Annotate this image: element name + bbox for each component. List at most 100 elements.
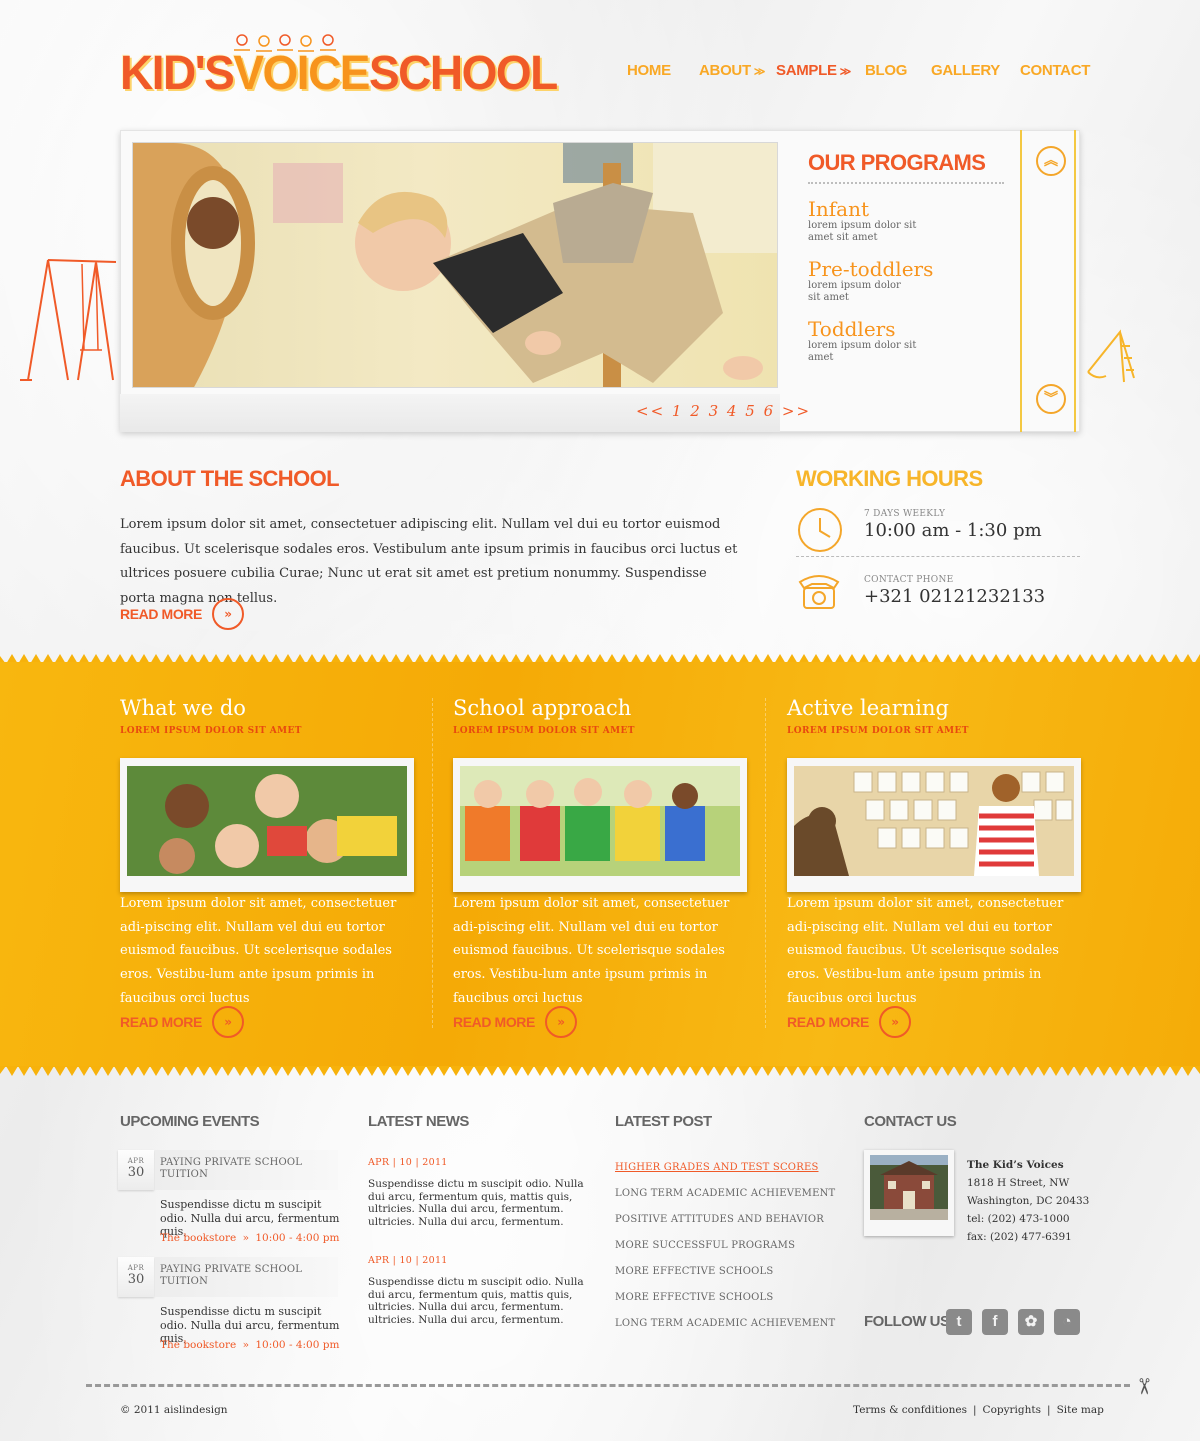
working-hours-title: WORKING HOURS: [796, 466, 983, 491]
event-month: APR: [127, 1157, 145, 1165]
news-item[interactable]: APR | 10 | 2011 Suspendisse dictu m susc…: [368, 1157, 590, 1228]
nav-sample-label: SAMPLE: [776, 62, 837, 79]
nav-gallery[interactable]: GALLERY: [931, 62, 1000, 79]
hero-slider: << 1 2 3 4 5 6 >> OUR PROGRAMS Infant lo…: [120, 130, 1080, 432]
post-link[interactable]: LONG TERM ACADEMIC ACHIEVEMENT: [615, 1311, 835, 1337]
latest-post-list: HIGHER GRADES AND TEST SCORES LONG TERM …: [615, 1155, 835, 1337]
feature-column-school-approach: School approach LOREM IPSUM DOLOR SIT AM…: [453, 696, 753, 1038]
slider-page-6[interactable]: 6: [764, 402, 776, 420]
column-divider: [765, 698, 766, 1028]
feature-title: What we do: [120, 696, 246, 720]
twitter-icon[interactable]: t: [946, 1309, 972, 1335]
nav-contact[interactable]: CONTACT: [1020, 62, 1090, 79]
feature-read-more-link[interactable]: READ MORE »: [120, 1006, 244, 1038]
contact-us-title: CONTACT US: [864, 1113, 957, 1130]
event-day: 30: [127, 1272, 145, 1287]
nav-home-label: HOME: [627, 62, 671, 79]
event-place: The bookstore: [160, 1232, 237, 1244]
chevron-right-icon: »: [242, 1339, 249, 1351]
rss-icon[interactable]: ◔: [1054, 1309, 1080, 1335]
slide-image: [133, 143, 777, 387]
terms-link[interactable]: Terms & confditiones: [853, 1404, 967, 1416]
feature-title: School approach: [453, 696, 632, 720]
scroll-down-button[interactable]: ︾: [1036, 384, 1066, 414]
logo-part-school: SCHOOL: [369, 44, 558, 100]
event-meta: The bookstore » 10:00 - 4:00 pm: [160, 1339, 339, 1351]
myspace-icon[interactable]: ✿: [1018, 1309, 1044, 1335]
follow-us-label: FOLLOW US: [864, 1313, 950, 1330]
feature-photo-frame: [787, 758, 1081, 892]
slider-page-1[interactable]: 1: [672, 402, 684, 420]
upcoming-events-title: UPCOMING EVENTS: [120, 1113, 260, 1130]
hours-divider: [796, 556, 1080, 557]
slider-page-5[interactable]: 5: [745, 402, 757, 420]
chevron-down-icon: ≫: [839, 66, 852, 78]
feature-column-what-we-do: What we do LOREM IPSUM DOLOR SIT AMET Lo…: [120, 696, 420, 1038]
chevron-right-icon: »: [242, 1232, 249, 1244]
copyrights-link[interactable]: Copyrights: [983, 1404, 1041, 1416]
programs-scroller: ︽ ︾: [1020, 130, 1076, 432]
feature-read-more-link[interactable]: READ MORE »: [787, 1006, 911, 1038]
phone-number: +321 02121232133: [864, 586, 1046, 607]
contact-photo-frame: [864, 1150, 954, 1236]
read-more-label: READ MORE: [453, 1014, 535, 1030]
program-desc: lorem ipsum dolor sit amet: [808, 280, 901, 303]
scroll-up-button[interactable]: ︽: [1036, 146, 1066, 176]
hours-value: 10:00 am - 1:30 pm: [864, 520, 1042, 541]
read-more-label: READ MORE: [120, 606, 202, 622]
clock-icon: [798, 508, 842, 552]
feature-title: Active learning: [787, 696, 949, 720]
sitemap-link[interactable]: Site map: [1057, 1404, 1104, 1416]
chevron-down-icon: ︾: [1044, 391, 1058, 407]
school-building-photo: [870, 1155, 948, 1220]
slider-prev-button[interactable]: <<: [636, 402, 665, 420]
program-name: Infant: [808, 197, 870, 221]
slider-page-4[interactable]: 4: [727, 402, 739, 420]
program-item[interactable]: Toddlers lorem ipsum dolor sit amet: [808, 318, 1004, 364]
zigzag-bottom: [0, 1066, 1200, 1076]
logo-part-voice: VOICE: [233, 44, 370, 100]
news-date: APR | 10 | 2011: [368, 1157, 448, 1168]
logo-text: KID'SVOICESCHOOL: [120, 44, 558, 100]
nav-blog[interactable]: BLOG: [865, 62, 907, 79]
read-more-label: READ MORE: [120, 1014, 202, 1030]
programs-divider: [808, 182, 1004, 184]
feature-text: Lorem ipsum dolor sit amet, consectetuer…: [787, 896, 1064, 1006]
nav-home[interactable]: HOME: [627, 62, 671, 79]
event-day: 30: [127, 1165, 145, 1180]
contact-street: 1818 H Street, NW: [967, 1177, 1070, 1189]
event-title: PAYING PRIVATE SCHOOL TUITION: [160, 1157, 303, 1180]
swing-doodle-icon: [20, 259, 117, 381]
event-date-badge: APR 30: [118, 1257, 154, 1297]
program-item[interactable]: Pre-toddlers lorem ipsum dolor sit amet: [808, 258, 1004, 304]
feature-read-more-link[interactable]: READ MORE »: [453, 1006, 577, 1038]
contact-fax: fax: (202) 477-6391: [967, 1231, 1072, 1243]
nav-sample[interactable]: SAMPLE ≫: [776, 62, 851, 79]
slider-page-2[interactable]: 2: [690, 402, 702, 420]
phone-label: CONTACT PHONE: [864, 575, 954, 585]
program-item[interactable]: Infant lorem ipsum dolor sit amet sit am…: [808, 198, 1004, 244]
nav-about[interactable]: ABOUT ≫: [699, 62, 765, 79]
event-time: 10:00 - 4:00 pm: [255, 1232, 340, 1244]
program-desc: lorem ipsum dolor sit amet sit amet: [808, 220, 917, 243]
post-link[interactable]: LONG TERM ACADEMIC ACHIEVEMENT: [615, 1181, 835, 1207]
facebook-icon[interactable]: f: [982, 1309, 1008, 1335]
event-meta: The bookstore » 10:00 - 4:00 pm: [160, 1232, 339, 1244]
feature-text: Lorem ipsum dolor sit amet, consectetuer…: [453, 896, 730, 1006]
site-logo[interactable]: KID'SVOICESCHOOL: [120, 34, 558, 99]
post-link[interactable]: MORE EFFECTIVE SCHOOLS: [615, 1259, 835, 1285]
features-band: What we do LOREM IPSUM DOLOR SIT AMET Lo…: [0, 652, 1200, 1077]
post-link[interactable]: POSITIVE ATTITUDES AND BEHAVIOR: [615, 1207, 835, 1233]
post-link[interactable]: MORE EFFECTIVE SCHOOLS: [615, 1285, 835, 1311]
slider-page-3[interactable]: 3: [709, 402, 721, 420]
post-link[interactable]: HIGHER GRADES AND TEST SCORES: [615, 1155, 835, 1181]
chevron-down-icon: ≫: [753, 66, 766, 78]
feature-subtitle: LOREM IPSUM DOLOR SIT AMET: [120, 726, 302, 736]
slider-pager: << 1 2 3 4 5 6 >>: [636, 402, 811, 420]
event-place: The bookstore: [160, 1339, 237, 1351]
news-item[interactable]: APR | 10 | 2011 Suspendisse dictu m susc…: [368, 1255, 590, 1326]
event-time: 10:00 - 4:00 pm: [255, 1339, 340, 1351]
post-link[interactable]: MORE SUCCESSFUL PROGRAMS: [615, 1233, 835, 1259]
about-read-more-link[interactable]: READ MORE »: [120, 598, 244, 630]
slider-next-button[interactable]: >>: [782, 402, 811, 420]
